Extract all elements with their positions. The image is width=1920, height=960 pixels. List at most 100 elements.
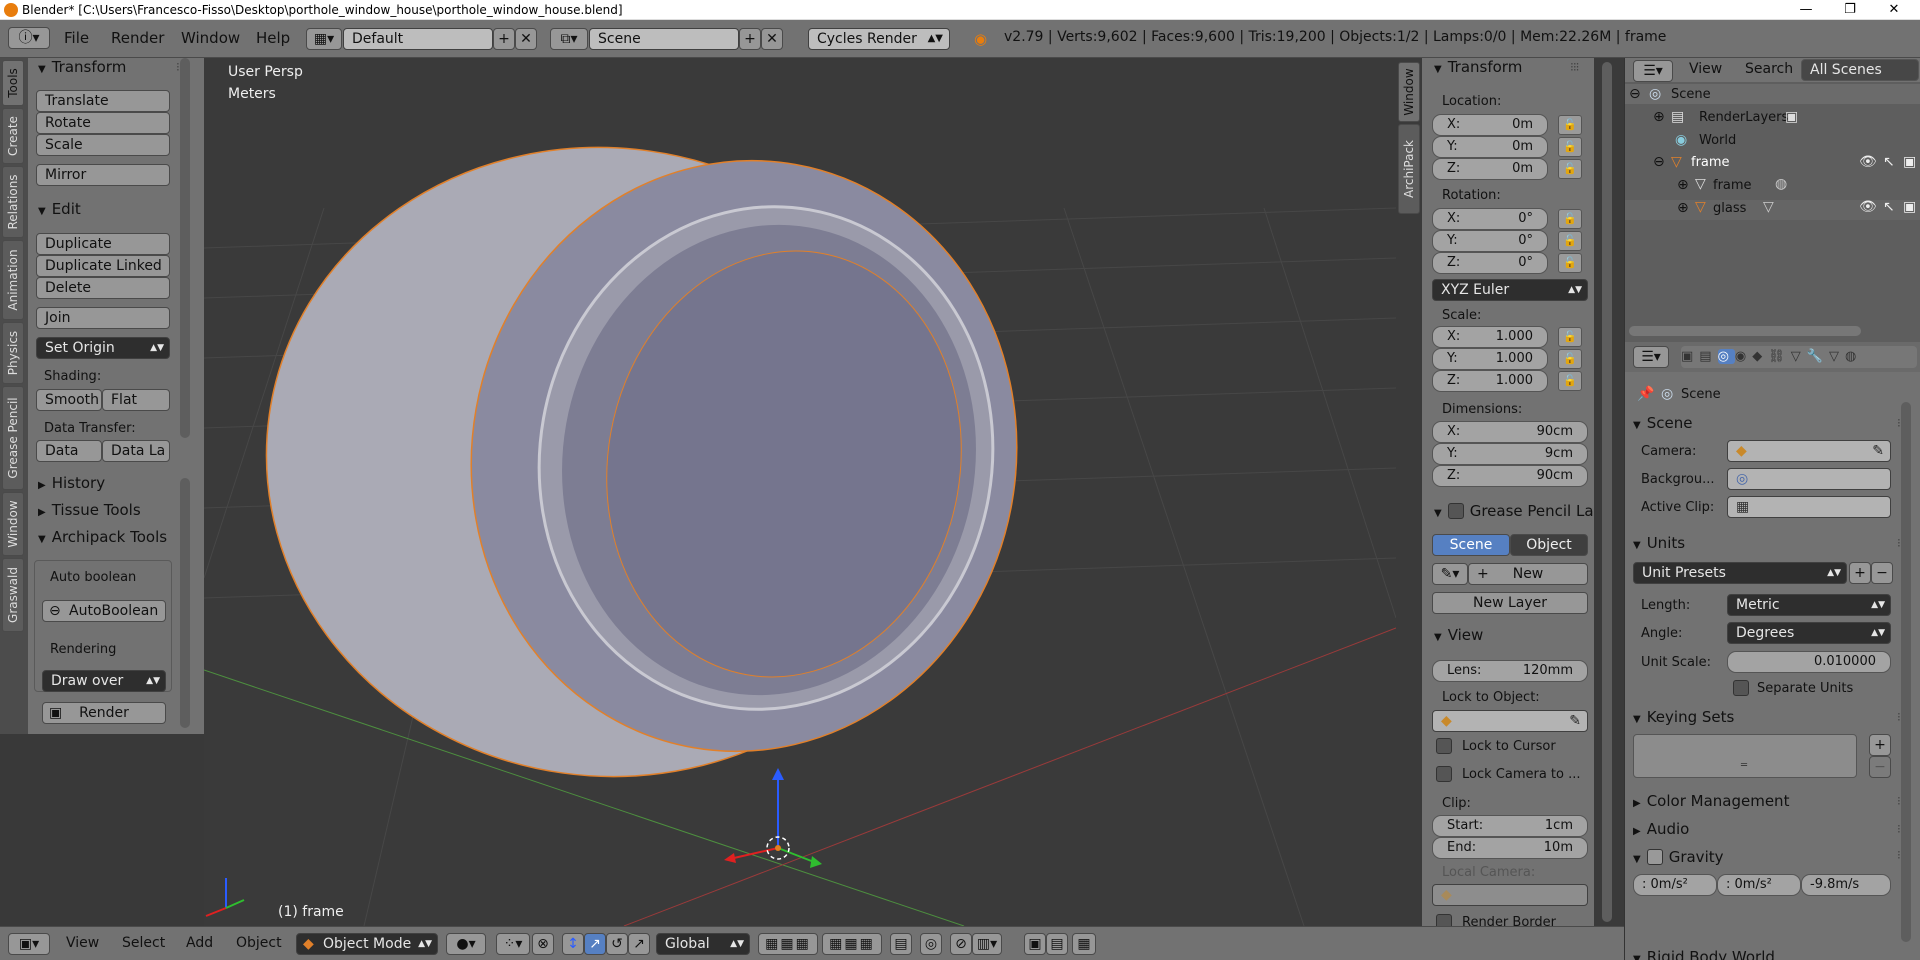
render-opengl-image-icon[interactable]: ▣ — [1024, 933, 1046, 955]
camera-field[interactable]: ◆ ✎ — [1727, 440, 1891, 462]
edit-panel-header[interactable]: ▼ Edit — [38, 200, 81, 218]
minimize-button[interactable]: — — [1786, 0, 1826, 20]
tab-graswald[interactable]: Graswald — [2, 558, 24, 632]
archipack-tools-header[interactable]: ▼ Archipack Tools — [38, 528, 167, 546]
translate-manipulator-icon[interactable]: ↕ — [562, 933, 584, 955]
pin-icon[interactable]: 📌 — [1637, 386, 1654, 402]
render-camera-icon[interactable]: ▣ — [1903, 154, 1916, 170]
lock-scale-z-icon[interactable]: 🔓 — [1558, 371, 1582, 391]
layers-grid-2[interactable]: ▦▦▦ — [822, 933, 882, 955]
properties-editor-type-icon[interactable]: ☰▾ — [1633, 346, 1669, 368]
add-layout-icon[interactable]: + — [493, 28, 515, 50]
selectable-cursor-icon[interactable]: ↖ — [1883, 199, 1895, 215]
menu-select[interactable]: Select — [122, 935, 165, 951]
eyedropper-icon[interactable]: ✎ — [1569, 711, 1581, 731]
gp-scene-toggle[interactable]: Scene — [1432, 534, 1510, 556]
rigid-body-world-header[interactable]: ▼ Rigid Body World — [1633, 948, 1775, 960]
lock-location-y-icon[interactable]: 🔓 — [1558, 137, 1582, 157]
outliner-item-world[interactable]: World — [1699, 133, 1736, 148]
translate-button[interactable]: Translate — [36, 90, 170, 112]
expand-icon[interactable]: ⊕ — [1677, 177, 1689, 193]
grease-pencil-checkbox[interactable] — [1447, 503, 1464, 519]
menu-render[interactable]: Render — [111, 29, 164, 47]
collapse-icon[interactable]: ⊖ — [1629, 86, 1641, 102]
tool-shelf-scrollbar[interactable] — [180, 58, 190, 438]
render-opengl-animation-icon[interactable]: ▤ — [1046, 933, 1068, 955]
duplicate-button[interactable]: Duplicate — [36, 233, 170, 255]
gravity-header[interactable]: ▼ Gravity — [1633, 846, 1724, 866]
add-keying-set-icon[interactable]: + — [1869, 734, 1891, 756]
tab-relations[interactable]: Relations — [2, 166, 24, 238]
tab-tools[interactable]: Tools — [2, 60, 24, 106]
delete-button[interactable]: Delete — [36, 277, 170, 299]
scale-z-field[interactable]: Z: 1.000 — [1432, 370, 1548, 392]
audio-header[interactable]: ▶ Audio — [1633, 820, 1689, 838]
scale-x-field[interactable]: X: 1.000 — [1432, 326, 1548, 348]
outliner-item-glass[interactable]: glass — [1713, 201, 1746, 216]
transform-orientation-icon[interactable]: ↗ — [628, 933, 650, 955]
grease-pencil-layers-header[interactable]: ▼ Grease Pencil La — [1434, 500, 1594, 520]
duplicate-linked-button[interactable]: Duplicate Linked — [36, 255, 170, 277]
lock-rotation-z-icon[interactable]: 🔓 — [1558, 253, 1582, 273]
screenshot-tool-icon[interactable]: ▦ — [1072, 933, 1096, 955]
gravity-x-field[interactable]: : 0m/s² — [1633, 874, 1717, 896]
context-tabs[interactable]: ▣▤◎◉◆⛓▽🔧▽◍ — [1681, 346, 1917, 368]
add-preset-icon[interactable]: + — [1849, 562, 1871, 584]
clip-end-field[interactable]: End: 10m — [1432, 837, 1588, 859]
rotation-z-field[interactable]: Z: 0° — [1432, 252, 1548, 274]
manipulator-toggle-icon[interactable]: ⊗ — [532, 933, 554, 955]
angle-unit-dropdown[interactable]: Degrees ▲▼ — [1727, 622, 1891, 644]
close-window-button[interactable]: ✕ — [1874, 0, 1914, 20]
lens-field[interactable]: Lens: 120mm — [1432, 660, 1588, 682]
interaction-mode-dropdown[interactable]: ◆ Object Mode ▲▼ — [296, 933, 438, 955]
n-transform-header[interactable]: ▼ Transform — [1434, 58, 1522, 76]
expand-icon[interactable]: ⊕ — [1653, 109, 1665, 125]
outliner-item-scene[interactable]: Scene — [1671, 87, 1711, 102]
remove-preset-icon[interactable]: − — [1871, 562, 1893, 584]
dimension-z-field[interactable]: Z: 90cm — [1432, 465, 1588, 487]
rotation-y-field[interactable]: Y: 0° — [1432, 230, 1548, 252]
snap-element-icon[interactable]: ▥▾ — [972, 933, 1002, 955]
join-button[interactable]: Join — [36, 307, 170, 329]
lock-scale-y-icon[interactable]: 🔓 — [1558, 349, 1582, 369]
tab-archipack[interactable]: ArchiPack — [1398, 124, 1420, 214]
layout-name-field[interactable]: Default — [343, 28, 493, 50]
tool-shelf-scrollbar-lower[interactable] — [180, 478, 190, 728]
visibility-eye-icon[interactable]: 👁 — [1859, 199, 1877, 215]
outliner-display-mode-dropdown[interactable]: All Scenes — [1801, 59, 1919, 81]
outliner-search-menu[interactable]: Search — [1745, 61, 1793, 77]
tab-grease-pencil[interactable]: Grease Pencil — [2, 386, 24, 490]
lock-location-z-icon[interactable]: 🔓 — [1558, 159, 1582, 179]
autoboolean-button[interactable]: ⊖ AutoBoolean — [42, 600, 166, 622]
location-x-field[interactable]: X: 0m — [1432, 114, 1548, 136]
mirror-button[interactable]: Mirror — [36, 164, 170, 186]
gravity-z-field[interactable]: -9.8m/s — [1801, 874, 1891, 896]
unit-scale-field[interactable]: 0.010000 — [1727, 651, 1891, 673]
dimension-x-field[interactable]: X: 90cm — [1432, 421, 1588, 443]
draw-over-dropdown[interactable]: Draw over ▲▼ — [42, 670, 166, 692]
lock-camera-checkbox[interactable] — [1436, 766, 1452, 782]
gp-new-layer-button[interactable]: New Layer — [1432, 592, 1588, 614]
length-unit-dropdown[interactable]: Metric ▲▼ — [1727, 594, 1891, 616]
menu-object[interactable]: Object — [236, 935, 282, 951]
tab-animation[interactable]: Animation — [2, 240, 24, 320]
outliner-view-menu[interactable]: View — [1689, 61, 1722, 77]
outliner-h-scrollbar[interactable] — [1629, 326, 1861, 336]
lock-camera-layers-icon[interactable]: ▤ — [890, 933, 912, 955]
expand-icon[interactable]: ⊕ — [1677, 200, 1689, 216]
editor-type-3dview-icon[interactable]: ▣▾ — [8, 933, 50, 955]
outliner-item-frame-mesh[interactable]: frame — [1713, 178, 1752, 193]
tab-window-props[interactable]: Window — [1398, 62, 1420, 122]
location-y-field[interactable]: Y: 0m — [1432, 136, 1548, 158]
maximize-button[interactable]: ❐ — [1830, 0, 1870, 20]
proportional-edit-icon[interactable]: ◎ — [920, 933, 942, 955]
render-border-checkbox[interactable] — [1436, 914, 1452, 926]
unit-presets-dropdown[interactable]: Unit Presets ▲▼ — [1633, 562, 1847, 584]
active-clip-field[interactable]: ▦ — [1727, 496, 1891, 518]
dimension-y-field[interactable]: Y: 9cm — [1432, 443, 1588, 465]
flat-button[interactable]: Flat — [102, 389, 170, 411]
render-camera-icon[interactable]: ▣ — [1903, 199, 1916, 215]
data-button[interactable]: Data — [36, 440, 102, 462]
data-layout-button[interactable]: Data La — [102, 440, 170, 462]
tab-create[interactable]: Create — [2, 108, 24, 164]
